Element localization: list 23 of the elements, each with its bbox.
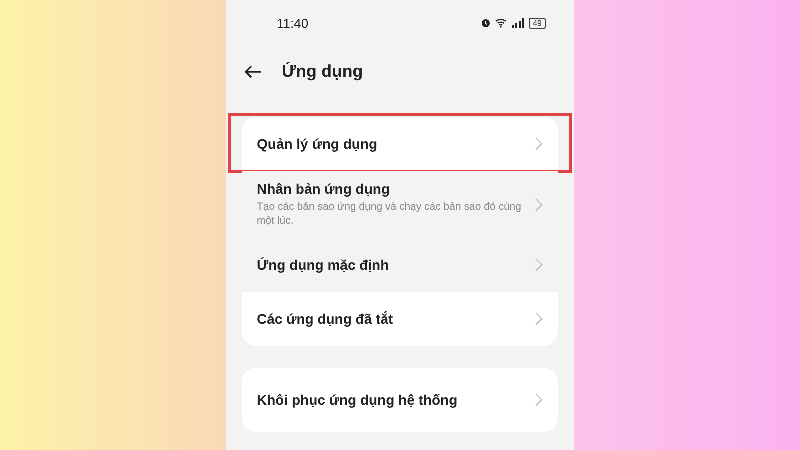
status-time: 11:40 xyxy=(277,16,309,30)
battery-indicator: 49 xyxy=(529,18,546,28)
back-button[interactable] xyxy=(242,63,264,81)
item-title: Các ứng dụng đã tắt xyxy=(257,311,394,327)
item-title: Ứng dụng mặc định xyxy=(257,257,390,273)
settings-item[interactable]: Quản lý ứng dụng xyxy=(242,117,558,171)
chevron-right-icon xyxy=(535,393,543,407)
chevron-right-icon xyxy=(535,137,543,151)
item-title: Khôi phục ứng dụng hệ thống xyxy=(257,392,459,408)
item-description: Tạo các bản sao ứng dụng và chạy các bản sao đó cùng một lúc. xyxy=(257,200,522,228)
settings-item[interactable]: Các ứng dụng đã tắt xyxy=(242,292,558,346)
chevron-right-icon xyxy=(535,258,543,272)
settings-item[interactable]: Ứng dụng mặc định xyxy=(242,238,558,292)
settings-item[interactable]: Khôi phục ứng dụng hệ thống xyxy=(242,368,558,432)
alarm-icon xyxy=(481,18,492,28)
wifi-icon xyxy=(495,18,508,28)
signal-icon xyxy=(512,18,526,28)
settings-item[interactable]: Nhân bản ứng dụng Tạo các bản sao ứng dụng và chạy các bản sao đó cùng một lúc. xyxy=(242,171,558,238)
chevron-right-icon xyxy=(535,198,543,212)
page-title: Ứng dụng xyxy=(282,62,364,82)
item-title: Quản lý ứng dụng xyxy=(257,136,379,152)
item-title: Nhân bản ứng dụng xyxy=(257,181,392,197)
chevron-right-icon xyxy=(535,312,543,326)
